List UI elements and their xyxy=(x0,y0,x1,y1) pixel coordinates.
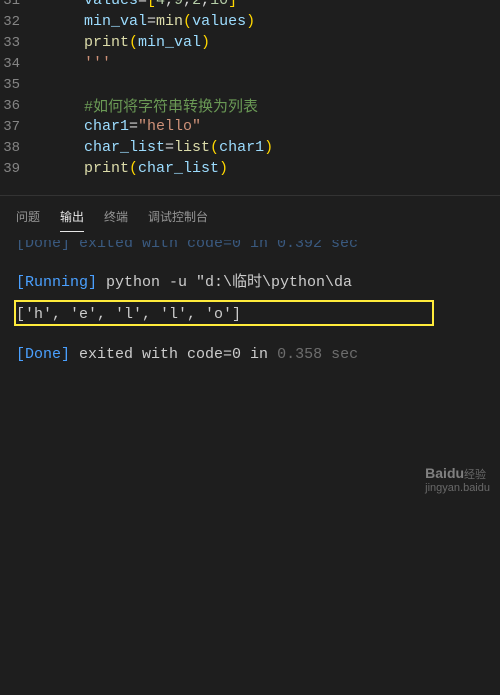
done-text: exited with code=0 in xyxy=(70,346,268,363)
code-editor[interactable]: 31values=[4,9,2,10]32min_val=min(values)… xyxy=(0,0,500,179)
code-line[interactable]: 34''' xyxy=(0,53,500,74)
code-line[interactable]: 39print(char_list) xyxy=(0,158,500,179)
code-content: char1="hello" xyxy=(38,118,201,135)
code-content: ''' xyxy=(38,55,111,72)
tab-problems[interactable]: 问题 xyxy=(16,204,40,232)
code-line[interactable]: 36#如何将字符串转换为列表 xyxy=(0,95,500,116)
line-number: 32 xyxy=(0,14,38,30)
output-panel[interactable]: [Done] exited with code=0 in 0.392 sec [… xyxy=(0,232,500,376)
line-number: 37 xyxy=(0,119,38,135)
code-content: #如何将字符串转换为列表 xyxy=(38,95,258,116)
code-content: print(char_list) xyxy=(38,160,228,177)
code-content: min_val=min(values) xyxy=(38,13,255,30)
line-number: 39 xyxy=(0,161,38,177)
tab-output[interactable]: 输出 xyxy=(60,204,84,232)
code-line[interactable]: 38char_list=list(char1) xyxy=(0,137,500,158)
code-line[interactable]: 31values=[4,9,2,10] xyxy=(0,0,500,11)
line-number: 38 xyxy=(0,140,38,156)
done-cut: 0.358 sec xyxy=(277,346,358,363)
line-number: 34 xyxy=(0,56,38,72)
code-line[interactable]: 32min_val=min(values) xyxy=(0,11,500,32)
running-tag: [Running] xyxy=(16,274,97,291)
line-number: 31 xyxy=(0,0,38,9)
code-content: print(min_val) xyxy=(38,34,210,51)
output-result-line: ['h', 'e', 'l', 'l', 'o'] xyxy=(16,300,484,330)
code-line[interactable]: 33print(min_val) xyxy=(0,32,500,53)
output-running-line: [Running] python -u "d:\临时\python\da xyxy=(16,268,484,298)
done-tag: [Done] xyxy=(16,346,70,363)
code-content: values=[4,9,2,10] xyxy=(38,0,237,9)
line-number: 35 xyxy=(0,77,38,93)
output-cut-previous: [Done] exited with code=0 in 0.392 sec xyxy=(16,240,484,258)
code-content: char_list=list(char1) xyxy=(38,139,273,156)
tab-debug-console[interactable]: 调试控制台 xyxy=(148,204,208,232)
running-command: python -u "d:\临时\python\da xyxy=(97,274,352,291)
output-done-line: [Done] exited with code=0 in 0.358 sec xyxy=(16,340,484,370)
tab-terminal[interactable]: 终端 xyxy=(104,204,128,232)
panel-tabs: 问题 输出 终端 调试控制台 xyxy=(0,196,500,232)
code-line[interactable]: 35 xyxy=(0,74,500,95)
panel: 问题 输出 终端 调试控制台 [Done] exited with code=0… xyxy=(0,195,500,695)
code-line[interactable]: 37char1="hello" xyxy=(0,116,500,137)
line-number: 36 xyxy=(0,98,38,114)
line-number: 33 xyxy=(0,35,38,51)
watermark: Baidu经验 jingyan.baidu xyxy=(425,465,490,494)
